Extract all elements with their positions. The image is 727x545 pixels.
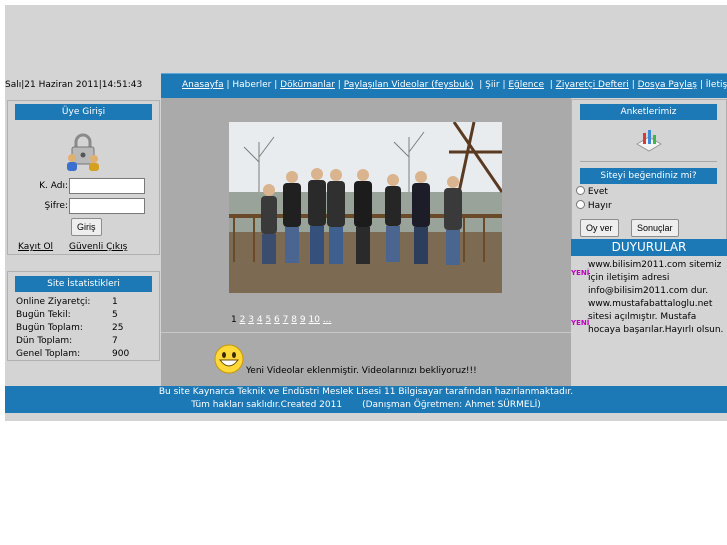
page-frame: Salı|21 Haziran 2011|14:51:43 Anasayfa |… (5, 5, 727, 421)
stat-label: Genel Toplam: (16, 349, 81, 359)
register-link[interactable]: Kayıt Ol (18, 242, 53, 252)
stat-label: Dün Toplam: (16, 336, 73, 346)
page-link[interactable]: ... (323, 315, 332, 325)
stat-label: Bugün Toplam: (16, 323, 83, 333)
poll-option-hayir[interactable]: Hayır (576, 200, 612, 211)
page-link[interactable]: 3 (248, 315, 254, 325)
nav-item-dokumanlar[interactable]: Dökümanlar (280, 80, 335, 90)
vote-button[interactable]: Oy ver (580, 219, 619, 237)
page-link[interactable]: 4 (257, 315, 263, 325)
page-link[interactable]: 10 (308, 315, 319, 325)
password-input[interactable] (69, 198, 145, 214)
footer-line-2: Tüm hakları saklıdır.Created 2011 (Danış… (191, 400, 541, 410)
surveys-title: Anketlerimiz (580, 104, 717, 120)
login-button[interactable]: Giriş (71, 218, 102, 236)
stats-title: Site İstatistikleri (15, 276, 152, 292)
divider (580, 161, 717, 162)
password-label: Şifre: (44, 201, 68, 211)
stat-value: 7 (112, 336, 118, 346)
username-label: K. Adı: (39, 181, 68, 191)
stat-label: Bugün Tekil: (16, 310, 71, 320)
left-column: Üye Girişi K. Adı: Şifre: Giriş Kayıt Ol… (5, 98, 160, 390)
nav-links: Anasayfa | Haberler | Dökümanlar | Payla… (182, 80, 727, 90)
logout-link[interactable]: Güvenli Çıkış (69, 242, 127, 252)
top-navigation: Anasayfa | Haberler | Dökümanlar | Payla… (161, 73, 727, 98)
poll-option-evet[interactable]: Evet (576, 186, 608, 197)
nav-item-iletisim[interactable]: İletişim (706, 80, 727, 90)
page-current: 1 (231, 315, 237, 325)
poll-question: Siteyi beğendiniz mi? (580, 168, 717, 184)
nav-item-videolar[interactable]: Paylaşılan Videolar (feysbuk) (344, 80, 474, 90)
stats-panel: Site İstatistikleri Online Ziyaretçi: Bu… (7, 271, 160, 361)
nav-item-siir[interactable]: Şiir (485, 80, 499, 90)
results-button[interactable]: Sonuçlar (631, 219, 679, 237)
stat-value: 900 (112, 349, 130, 359)
gallery-pagination: 1 2 3 4 5 6 7 8 9 10 ... (231, 315, 331, 325)
stats-labels: Online Ziyaretçi: Bugün Tekil: Bugün Top… (16, 296, 90, 361)
username-input[interactable] (69, 178, 145, 194)
nav-item-ziyaretci-defteri[interactable]: Ziyaretçi Defteri (556, 80, 629, 90)
page-link[interactable]: 6 (274, 315, 280, 325)
divider (161, 332, 571, 333)
nav-item-dosya-paylas[interactable]: Dosya Paylaş (638, 80, 697, 90)
stat-value: 5 (112, 310, 118, 320)
footer: Bu site Kaynarca Teknik ve Endüstri Mesl… (5, 386, 727, 413)
news-item: www.mustafabattaloglu.net sitesi açılmış… (588, 299, 724, 335)
stat-value: 1 (112, 297, 118, 307)
news-title: DUYURULAR (571, 239, 727, 256)
page-link[interactable]: 8 (291, 315, 297, 325)
stats-values: 1 5 25 7 900 (112, 296, 129, 361)
page-link[interactable]: 9 (300, 315, 306, 325)
poll-radio[interactable] (576, 186, 585, 195)
page-link[interactable]: 2 (240, 315, 246, 325)
main-content: 1 2 3 4 5 6 7 8 9 10 ... Yeni Videolar e… (161, 98, 571, 390)
poll-radio[interactable] (576, 200, 585, 209)
announcement-text: Yeni Videolar eklenmiştir. Videolarınızı… (246, 366, 477, 376)
nav-item-eglence[interactable]: Eğlence (508, 80, 544, 90)
nav-item-haberler[interactable]: Haberler (232, 80, 271, 90)
footer-line-1: Bu site Kaynarca Teknik ve Endüstri Mesl… (158, 387, 574, 397)
new-badge: YENİ (571, 319, 590, 327)
new-badge: YENİ (571, 269, 590, 277)
page-link[interactable]: 7 (283, 315, 289, 325)
login-panel: Üye Girişi K. Adı: Şifre: Giriş Kayıt Ol… (7, 100, 160, 255)
poll-panel: Anketlerimiz Siteyi beğendiniz mi? Evet … (571, 99, 727, 242)
news-item: www.bilisim2011.com sitemiz için iletişi… (588, 260, 722, 296)
date-line: Salı|21 Haziran 2011|14:51:43 (5, 80, 143, 90)
login-title: Üye Girişi (15, 104, 152, 120)
lock-users-icon (66, 132, 100, 175)
smiley-icon (213, 344, 245, 377)
stat-label: Online Ziyaretçi: (16, 297, 91, 307)
gallery-photo[interactable] (229, 122, 502, 293)
stat-value: 25 (112, 323, 124, 333)
right-column: Anketlerimiz Siteyi beğendiniz mi? Evet … (571, 98, 727, 390)
nav-item-anasayfa[interactable]: Anasayfa (182, 80, 224, 90)
page-link[interactable]: 5 (265, 315, 271, 325)
survey-chart-icon (634, 127, 664, 156)
